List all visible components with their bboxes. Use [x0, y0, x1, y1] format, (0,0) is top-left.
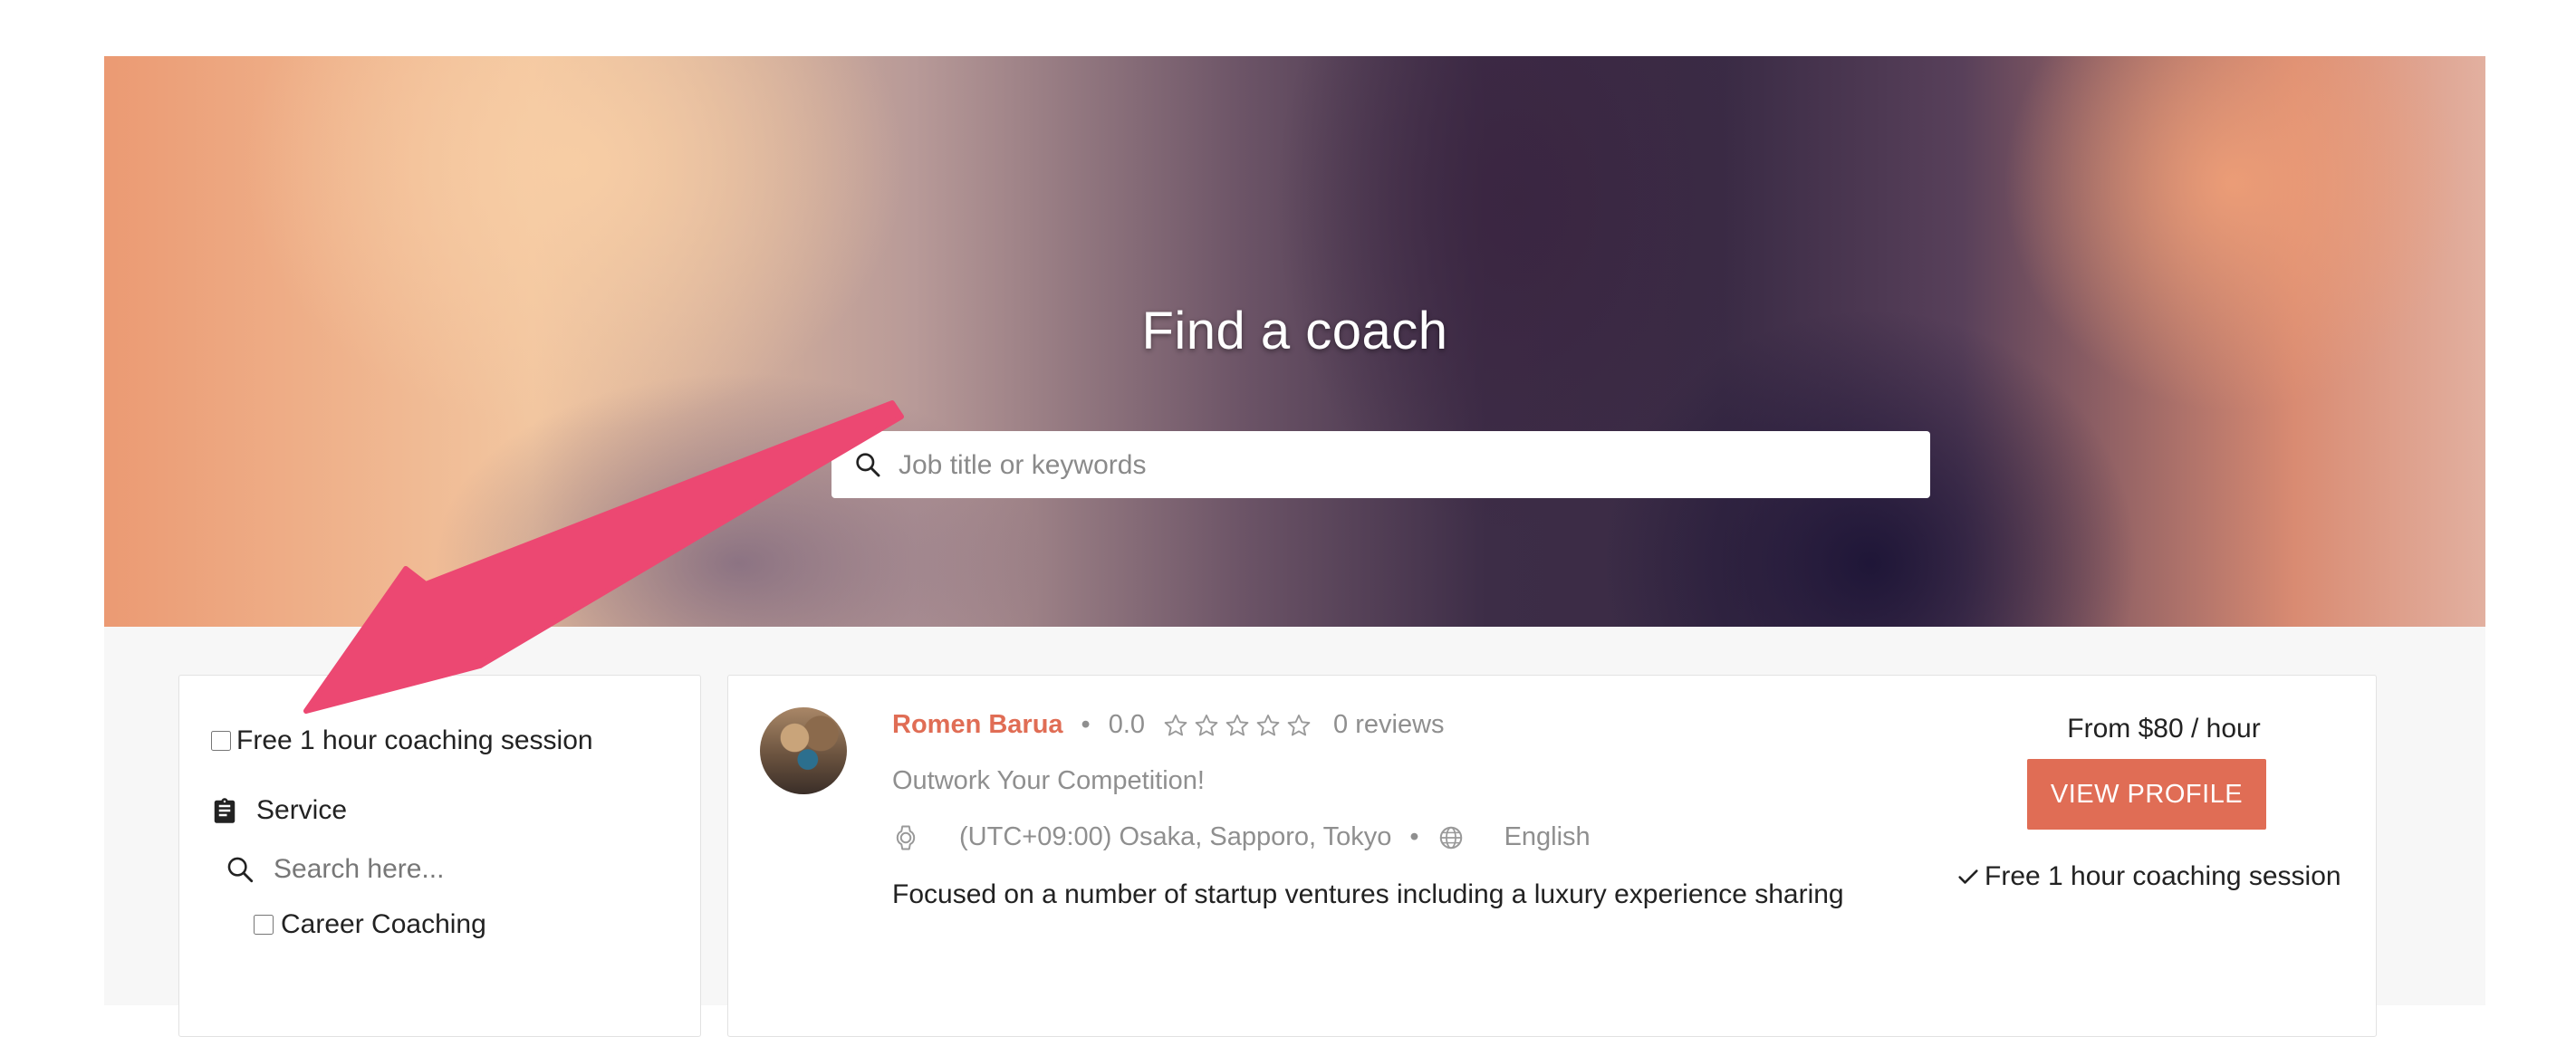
- keyword-search-input[interactable]: [897, 431, 1915, 500]
- rating-value: 0.0: [1108, 710, 1146, 739]
- search-icon: [227, 857, 254, 883]
- coach-meta: (UTC+09:00) Osaka, Sapporo, Tokyo • Engl…: [892, 822, 1591, 852]
- service-heading: Service: [256, 795, 348, 825]
- free-session-filter-label: Free 1 hour coaching session: [236, 725, 593, 755]
- free-session-note-text: Free 1 hour coaching session: [1985, 861, 2341, 891]
- clipboard-icon: [214, 798, 235, 823]
- free-session-filter[interactable]: Free 1 hour coaching session: [211, 725, 593, 756]
- separator-dot: •: [1081, 710, 1091, 739]
- star-outline-icon: [1195, 714, 1218, 735]
- free-session-checkbox[interactable]: [211, 731, 231, 751]
- coach-card: Romen Barua • 0.0 0 reviews Outwork Your…: [727, 675, 2377, 1037]
- view-profile-button[interactable]: VIEW PROFILE: [2027, 759, 2266, 830]
- free-session-note: Free 1 hour coaching session: [1956, 861, 2341, 892]
- service-search-box[interactable]: [225, 853, 638, 886]
- service-search-input[interactable]: [272, 853, 638, 886]
- hero-banner: Find a coach: [104, 56, 2485, 627]
- service-option[interactable]: Career Coaching: [254, 909, 486, 940]
- checkmark-icon: [1958, 869, 1978, 884]
- service-filter-heading: Service: [211, 795, 347, 826]
- service-option-label: Career Coaching: [281, 909, 486, 939]
- coach-timezone: (UTC+09:00) Osaka, Sapporo, Tokyo: [959, 822, 1392, 851]
- page-title: Find a coach: [1141, 302, 1448, 360]
- star-outline-icon: [1287, 714, 1311, 735]
- star-rating: [1163, 713, 1317, 738]
- watch-icon: [896, 825, 916, 850]
- service-option-checkbox[interactable]: [254, 915, 274, 935]
- star-outline-icon: [1256, 714, 1280, 735]
- coach-header: Romen Barua • 0.0 0 reviews: [892, 710, 1445, 740]
- avatar[interactable]: [760, 707, 847, 794]
- coach-tagline: Outwork Your Competition!: [892, 766, 1205, 795]
- hero-search-bar[interactable]: [831, 431, 1930, 500]
- search-icon: [856, 453, 880, 477]
- coach-price: From $80 / hour: [2067, 714, 2261, 744]
- star-outline-icon: [1226, 714, 1249, 735]
- separator-dot: •: [1409, 822, 1419, 851]
- review-count: 0 reviews: [1333, 710, 1445, 739]
- filter-sidebar: Free 1 hour coaching session Service Car…: [178, 675, 701, 1037]
- coach-bio: Focused on a number of startup ventures …: [892, 879, 1844, 909]
- star-outline-icon: [1164, 714, 1187, 735]
- coach-name-link[interactable]: Romen Barua: [892, 710, 1063, 740]
- globe-icon: [1439, 826, 1462, 849]
- coach-language: English: [1504, 822, 1591, 851]
